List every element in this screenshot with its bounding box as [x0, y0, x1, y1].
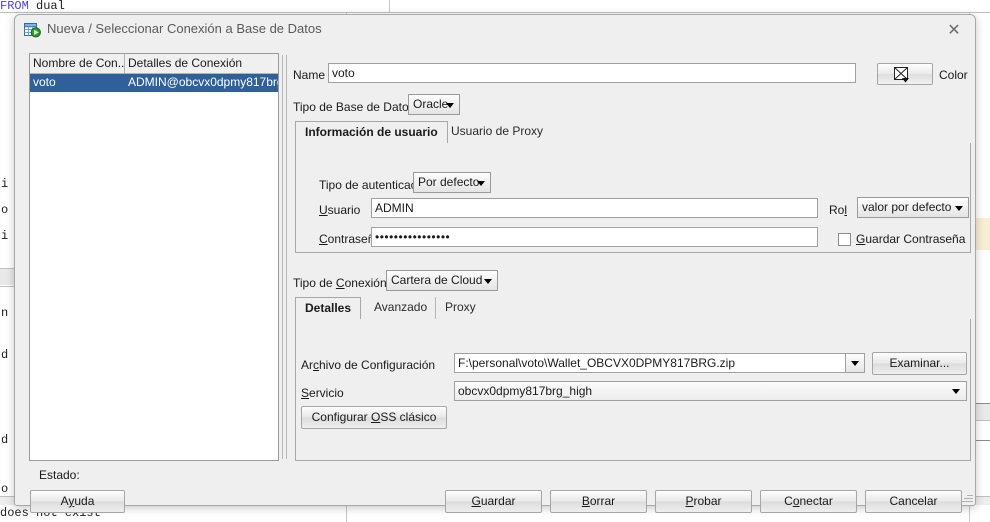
resize-grip[interactable]	[961, 491, 973, 503]
new-connection-icon	[24, 22, 41, 38]
auth-type-select[interactable]: Por defecto	[413, 172, 491, 193]
results-fragment-d: n	[1, 306, 9, 320]
results-fragment-c: i	[1, 229, 9, 243]
results-fragment-f: d	[1, 433, 9, 447]
user-input[interactable]: ADMIN	[371, 198, 818, 218]
color-label: Color	[939, 68, 968, 82]
delete-mnemonic: B	[581, 494, 590, 508]
connection-name-cell: voto	[33, 75, 56, 89]
db-type-value: Oracle	[413, 97, 449, 111]
sql-editor-line: FROM dual	[0, 0, 390, 13]
chevron-down-icon	[955, 206, 963, 211]
config-file-dropdown-icon[interactable]	[845, 354, 864, 372]
name-label: Name	[293, 68, 326, 82]
test-rest: robar	[693, 494, 722, 508]
user-tabstrip: Información de usuario Usuario de Proxy	[295, 121, 971, 144]
service-select[interactable]: obcvx0dpmy817brg_high	[454, 381, 967, 401]
tab-detalles[interactable]: Detalles	[295, 297, 362, 320]
save-button[interactable]: Guardar	[445, 490, 542, 513]
tab-usuario-de-proxy[interactable]: Usuario de Proxy	[442, 121, 552, 144]
user-label: Usuario	[319, 203, 360, 217]
role-value: valor por defecto	[862, 200, 952, 214]
tab-informacion-de-usuario[interactable]: Información de usuario	[295, 121, 448, 144]
test-button[interactable]: Probar	[655, 490, 752, 513]
save-mnemonic: G	[471, 494, 481, 508]
role-label-mnemonic: l	[844, 203, 848, 217]
configure-oss-button[interactable]: Configurar OSS clásico	[301, 406, 447, 429]
db-type-label: Tipo de Base de Datos	[293, 100, 415, 114]
chevron-down-icon	[484, 279, 492, 284]
help-rest: uda	[74, 494, 95, 508]
config-file-label: Archivo de Configuración	[301, 358, 436, 372]
tab-avanzado[interactable]: Avanzado	[365, 297, 436, 320]
db-type-select[interactable]: Oracle	[408, 94, 460, 115]
connection-list-header: Nombre de Con... Detalles de Conexión	[30, 54, 278, 74]
connect-rest: nectar	[799, 494, 833, 508]
connection-type-value: Cartera de Cloud	[391, 273, 483, 287]
connection-details-cell: ADMIN@obcvx0dpmy817brg...	[128, 75, 278, 89]
test-mnemonic: P	[685, 494, 694, 508]
results-fragment-a: i	[1, 177, 9, 191]
connect-mnemonic: o	[792, 494, 800, 508]
cancel-button[interactable]: Cancelar	[865, 490, 962, 513]
detail-tabstrip: Detalles Avanzado Proxy	[295, 297, 971, 320]
results-fragment-e: d	[1, 348, 9, 362]
connection-type-rest: onexión	[344, 276, 387, 290]
editor-split-line	[389, 0, 390, 12]
chevron-down-icon	[477, 181, 485, 186]
chevron-down-icon	[446, 103, 454, 108]
connection-type-select[interactable]: Cartera de Cloud	[386, 270, 498, 291]
delete-rest: orrar	[589, 494, 616, 508]
connection-list[interactable]: Nombre de Con... Detalles de Conexión vo…	[29, 53, 279, 461]
oss-button-rest: SS clásico	[380, 410, 437, 424]
auth-type-value: Por defecto	[418, 175, 480, 189]
connection-details-pane: Name voto Color Tipo de Base de Datos Or…	[291, 53, 971, 461]
password-input[interactable]: ••••••••••••••••	[371, 227, 818, 247]
help-button[interactable]: Ayuda	[30, 490, 125, 513]
dialog-titlebar: Nueva / Seleccionar Conexión a Base de D…	[15, 15, 975, 45]
connection-dialog: Nueva / Seleccionar Conexión a Base de D…	[14, 14, 976, 513]
column-header-name[interactable]: Nombre de Con...	[30, 54, 125, 73]
service-value: obcvx0dpmy817brg_high	[458, 384, 593, 398]
save-password-checkbox[interactable]	[838, 233, 851, 246]
save-password-rest: uardar Contraseña	[865, 232, 966, 246]
config-file-input[interactable]: F:\personal\voto\Wallet_OBCVX0DPMY817BRG…	[454, 353, 865, 373]
save-password-mnemonic: G	[856, 232, 866, 246]
oss-button-mnemonic: O	[371, 410, 381, 424]
connection-type-mnemonic: C	[335, 276, 345, 290]
tab-proxy[interactable]: Proxy	[435, 297, 485, 320]
name-input[interactable]: voto	[328, 63, 856, 83]
password-label-mnemonic: C	[319, 232, 328, 246]
results-fragment-g: o	[1, 482, 9, 496]
config-file-value: F:\personal\voto\Wallet_OBCVX0DPMY817BRG…	[458, 356, 736, 370]
dialog-title: Nueva / Seleccionar Conexión a Base de D…	[47, 21, 322, 36]
column-header-details[interactable]: Detalles de Conexión	[125, 54, 278, 73]
service-label: Servicio	[301, 386, 344, 400]
connection-list-row[interactable]: voto ADMIN@obcvx0dpmy817brg...	[30, 74, 278, 92]
role-label: Rol	[829, 203, 848, 217]
results-fragment-b: o	[1, 203, 9, 217]
color-button[interactable]	[877, 63, 933, 85]
config-file-rest: hivo de Configuración	[319, 358, 436, 372]
status-label: Estado:	[39, 468, 80, 482]
delete-button[interactable]: Borrar	[550, 490, 647, 513]
connection-type-label: Tipo de Conexión	[293, 276, 387, 290]
panel-splitter[interactable]	[282, 55, 287, 459]
connect-button[interactable]: Conectar	[760, 490, 857, 513]
role-select[interactable]: valor por defecto	[857, 197, 969, 218]
service-rest: ervicio	[309, 386, 344, 400]
user-label-rest: suario	[327, 203, 361, 217]
service-mnemonic: S	[301, 386, 310, 400]
close-icon[interactable]: ✕	[943, 21, 965, 41]
save-rest: uardar	[480, 494, 516, 508]
browse-button[interactable]: Examinar...	[872, 352, 967, 375]
chevron-down-icon	[952, 389, 960, 394]
save-password-label: Guardar Contraseña	[856, 232, 965, 246]
user-label-mnemonic: U	[319, 203, 328, 217]
